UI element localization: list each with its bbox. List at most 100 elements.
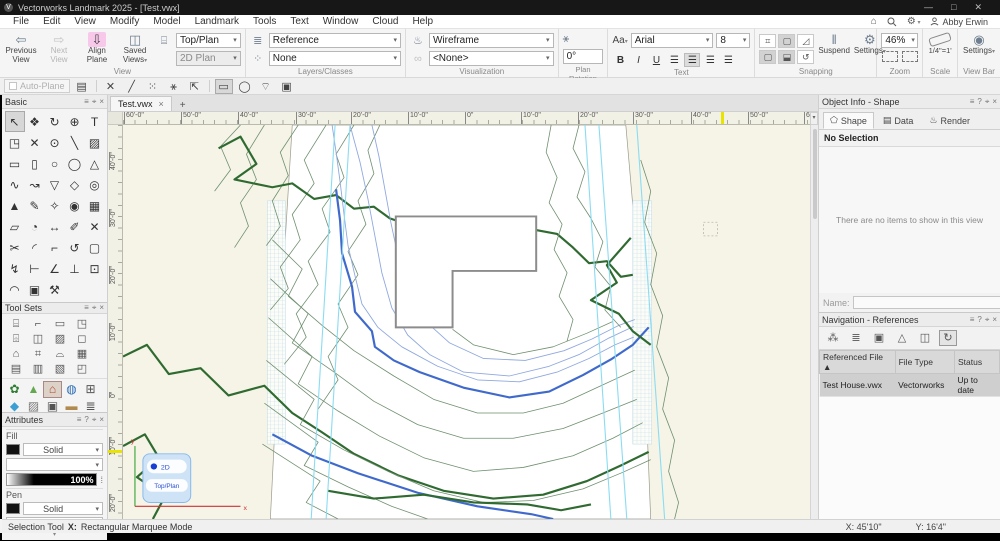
snap-toggle-6-icon[interactable]: ↺ xyxy=(797,50,814,64)
document-tab[interactable]: Test.vwx × xyxy=(110,96,172,111)
mode-button-2-0[interactable]: ▭ xyxy=(215,79,233,94)
menu-icon[interactable]: ≡ xyxy=(970,97,975,107)
menu-item-landmark[interactable]: Landmark xyxy=(188,16,246,27)
tab-render[interactable]: ♨Render xyxy=(922,112,977,129)
text-style-button[interactable]: Aa▾ xyxy=(612,35,627,46)
toolset-category-1[interactable]: ✿ xyxy=(5,381,24,398)
menu-icon[interactable]: ≡ xyxy=(970,315,975,325)
toolset-item-14[interactable]: ▥ xyxy=(27,361,49,376)
eyedropper-tool[interactable]: ◉ xyxy=(65,195,85,216)
3d-polygon-tool[interactable]: ◇ xyxy=(65,174,85,195)
column-header-status[interactable]: Status xyxy=(954,351,999,374)
regular-polygon-tool[interactable]: ◎ xyxy=(85,174,105,195)
mode-button-1-4[interactable]: ⇱ xyxy=(186,79,204,94)
saved-views-button[interactable]: ◫Saved Views▾ xyxy=(118,31,152,65)
classes-icon[interactable]: ⁘ xyxy=(250,52,266,65)
pin-icon[interactable]: ⌖ xyxy=(92,97,97,107)
menu-item-cloud[interactable]: Cloud xyxy=(365,16,405,27)
toolset-item-8[interactable]: ◻ xyxy=(71,331,93,346)
triangle-tool[interactable]: ▲ xyxy=(5,195,25,216)
close-button[interactable]: ✕ xyxy=(974,2,982,13)
minimize-button[interactable]: — xyxy=(924,2,933,13)
fit-objects-icon[interactable] xyxy=(882,51,898,62)
toolset-item-6[interactable]: ◫ xyxy=(27,331,49,346)
toolset-category-4[interactable]: ◍ xyxy=(62,381,81,398)
opacity-slider[interactable]: 100% xyxy=(6,473,97,486)
auto-plane-checkbox[interactable]: Auto-Plane xyxy=(4,79,70,93)
column-header-file-type[interactable]: File Type xyxy=(895,351,954,374)
suspend-snapping-button[interactable]: ‖Suspend xyxy=(818,31,850,56)
search-icon[interactable] xyxy=(887,17,897,27)
underline-button[interactable]: U xyxy=(648,53,664,67)
polyline-tool[interactable]: ↝ xyxy=(25,174,45,195)
previous-view-button[interactable]: ⇦Previous View xyxy=(4,31,38,65)
rectangle-tool[interactable]: ▭ xyxy=(5,153,25,174)
line-tool[interactable]: ╲ xyxy=(65,132,85,153)
next-view-button[interactable]: ⇨Next View xyxy=(42,31,76,65)
opacity-stepper[interactable]: ⁞ xyxy=(100,475,103,485)
menu-icon[interactable]: ≡ xyxy=(84,303,89,313)
mode-button-0-0[interactable]: ▤ xyxy=(73,79,91,94)
toolset-item-2[interactable]: ⌐ xyxy=(27,316,49,331)
toolset-item-13[interactable]: ▤ xyxy=(5,361,27,376)
mode-button-2-1[interactable]: ◯ xyxy=(236,79,254,94)
pin-icon[interactable]: ⌖ xyxy=(985,97,990,107)
plan-mode-dropdown[interactable]: 2D Plan▾ xyxy=(176,51,241,66)
font-dropdown[interactable]: Arial▾ xyxy=(631,33,714,48)
tab-data[interactable]: ▤Data xyxy=(876,112,921,129)
circle-tool[interactable]: ○ xyxy=(45,153,65,174)
mode-button-1-1[interactable]: ╱ xyxy=(123,79,141,94)
distort-tool[interactable]: ▱ xyxy=(5,216,25,237)
scrollbar-thumb[interactable] xyxy=(813,129,817,219)
zoom-tool[interactable]: ⊕ xyxy=(65,111,85,132)
fillet-tool[interactable]: ◜ xyxy=(25,237,45,258)
help-icon[interactable]: ? xyxy=(84,415,88,425)
freehand-tool[interactable]: ∿ xyxy=(5,174,25,195)
render-mode-icon[interactable]: ♨ xyxy=(410,34,426,47)
menu-item-view[interactable]: View xyxy=(67,16,103,27)
magic-wand-tool[interactable]: ✧ xyxy=(45,195,65,216)
layers-icon[interactable]: ≣ xyxy=(250,34,266,47)
chamfer-tool[interactable]: ⌐ xyxy=(45,237,65,258)
frame-tool[interactable]: ▣ xyxy=(25,279,45,300)
toolset-item-4[interactable]: ◳ xyxy=(71,316,93,331)
attribute-mapping-tool[interactable]: ✐ xyxy=(65,216,85,237)
class-dropdown[interactable]: None▾ xyxy=(269,51,401,66)
view-mode-icon[interactable]: ⌸ xyxy=(156,31,172,48)
toolset-item-9[interactable]: ⌂ xyxy=(5,346,27,361)
font-size-dropdown[interactable]: 8▾ xyxy=(716,33,750,48)
toolset-item-15[interactable]: ▧ xyxy=(49,361,71,376)
mirror-tool[interactable]: ↔ xyxy=(45,216,65,237)
align-left-button[interactable]: ☰ xyxy=(666,53,682,67)
menu-item-help[interactable]: Help xyxy=(405,16,440,27)
close-icon[interactable]: × xyxy=(99,303,104,313)
close-icon[interactable]: × xyxy=(99,97,104,107)
render-mode-dropdown[interactable]: Wireframe▾ xyxy=(429,33,554,48)
toolset-category-2[interactable]: ▲ xyxy=(24,381,43,398)
drop-tool[interactable]: ⊡ xyxy=(85,258,105,279)
mode-button-2-2[interactable]: ⌔ xyxy=(257,79,275,94)
toolset-category-5[interactable]: ⊞ xyxy=(81,381,100,398)
italic-button[interactable]: I xyxy=(630,53,646,67)
toolset-item-7[interactable]: ▨ xyxy=(49,331,71,346)
protractor-tool[interactable]: ∠ xyxy=(45,258,65,279)
classes-icon[interactable]: ⁂ xyxy=(824,330,842,346)
menu-item-text[interactable]: Text xyxy=(283,16,315,27)
wall-tool[interactable]: ▨ xyxy=(85,132,105,153)
mode-button-1-2[interactable]: ⁙ xyxy=(144,79,162,94)
selection-tool[interactable]: ↖ xyxy=(5,111,25,132)
toolset-category-3[interactable]: ⌂ xyxy=(43,381,62,398)
mode-button-1-3[interactable]: ⚹ xyxy=(165,79,183,94)
toolset-item-11[interactable]: ⌓ xyxy=(49,346,71,361)
fill-pattern-dropdown[interactable]: ▾ xyxy=(6,458,103,471)
text-tool[interactable]: T xyxy=(85,111,105,132)
new-tab-button[interactable]: + xyxy=(172,100,194,111)
menu-item-tools[interactable]: Tools xyxy=(246,16,283,27)
trim-tool[interactable]: ✂ xyxy=(5,237,25,258)
help-icon[interactable]: ? xyxy=(977,97,981,107)
dome-tool[interactable]: ◠ xyxy=(5,279,25,300)
close-icon[interactable]: × xyxy=(99,415,104,425)
drawing-canvas[interactable]: yx2DTop/Plan xyxy=(123,125,810,519)
toolset-item-10[interactable]: ⌗ xyxy=(27,346,49,361)
viewbar-settings-button[interactable]: ◉Settings▾ xyxy=(962,31,996,66)
